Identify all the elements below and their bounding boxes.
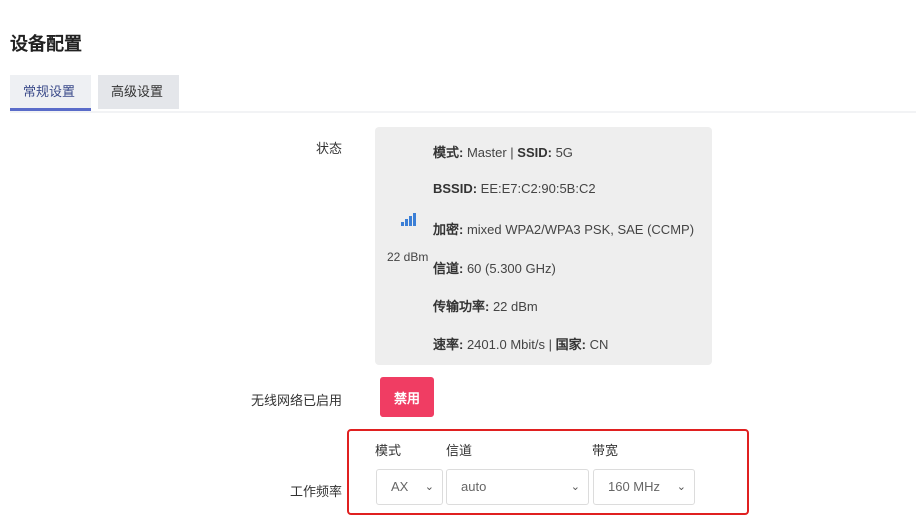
chevron-down-icon: ⌄ [676, 481, 686, 493]
wireless-enabled-label: 无线网络已启用 [250, 393, 342, 408]
mode-select-value: AX [391, 479, 409, 494]
width-label: 带宽 [592, 443, 619, 458]
tab-advanced-settings[interactable]: 高级设置 [98, 75, 179, 109]
chevron-down-icon: ⌄ [570, 481, 580, 493]
signal-dbm: 22 dBm [387, 250, 429, 264]
status-line-tx-power: 传输功率: 22 dBm [433, 299, 538, 314]
chevron-down-icon: ⌄ [424, 481, 434, 493]
status-panel [375, 127, 712, 365]
status-line-mode: 模式: Master | SSID: 5G [433, 145, 573, 160]
tab-general-settings[interactable]: 常规设置 [10, 75, 91, 111]
width-select[interactable]: 160 MHz ⌄ [593, 469, 695, 505]
channel-select-value: auto [461, 479, 487, 494]
frequency-label: 工作频率 [289, 484, 342, 499]
status-line-encryption: 加密: mixed WPA2/WPA3 PSK, SAE (CCMP) [433, 222, 695, 237]
status-line-channel: 信道: 60 (5.300 GHz) [433, 261, 556, 276]
disable-button[interactable]: 禁用 [380, 377, 434, 417]
status-label: 状态 [315, 141, 342, 156]
tab-bar: 常规设置 高级设置 [10, 75, 916, 113]
status-line-bssid: BSSID: EE:E7:C2:90:5B:C2 [433, 181, 596, 196]
status-line-bitrate: 速率: 2401.0 Mbit/s | 国家: CN [433, 337, 609, 352]
channel-select[interactable]: auto ⌄ [446, 469, 589, 505]
page-title: 设备配置 [10, 34, 82, 54]
channel-label: 信道 [446, 443, 473, 458]
mode-label: 模式 [375, 443, 402, 458]
width-select-value: 160 MHz [608, 479, 661, 494]
mode-select[interactable]: AX ⌄ [376, 469, 443, 505]
